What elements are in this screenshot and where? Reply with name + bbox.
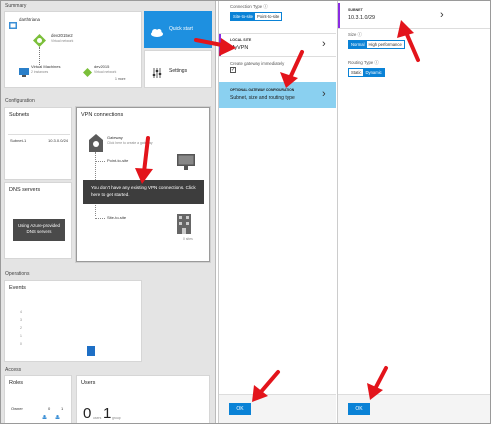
red-arrow-icon [280,50,304,88]
red-arrow-icon [194,38,236,56]
annotation-arrows-overlay [135,20,420,402]
red-arrow-icon [397,20,420,62]
red-arrow-icon [367,366,388,400]
red-arrow-icon [252,370,280,402]
red-arrow-icon [135,136,153,184]
